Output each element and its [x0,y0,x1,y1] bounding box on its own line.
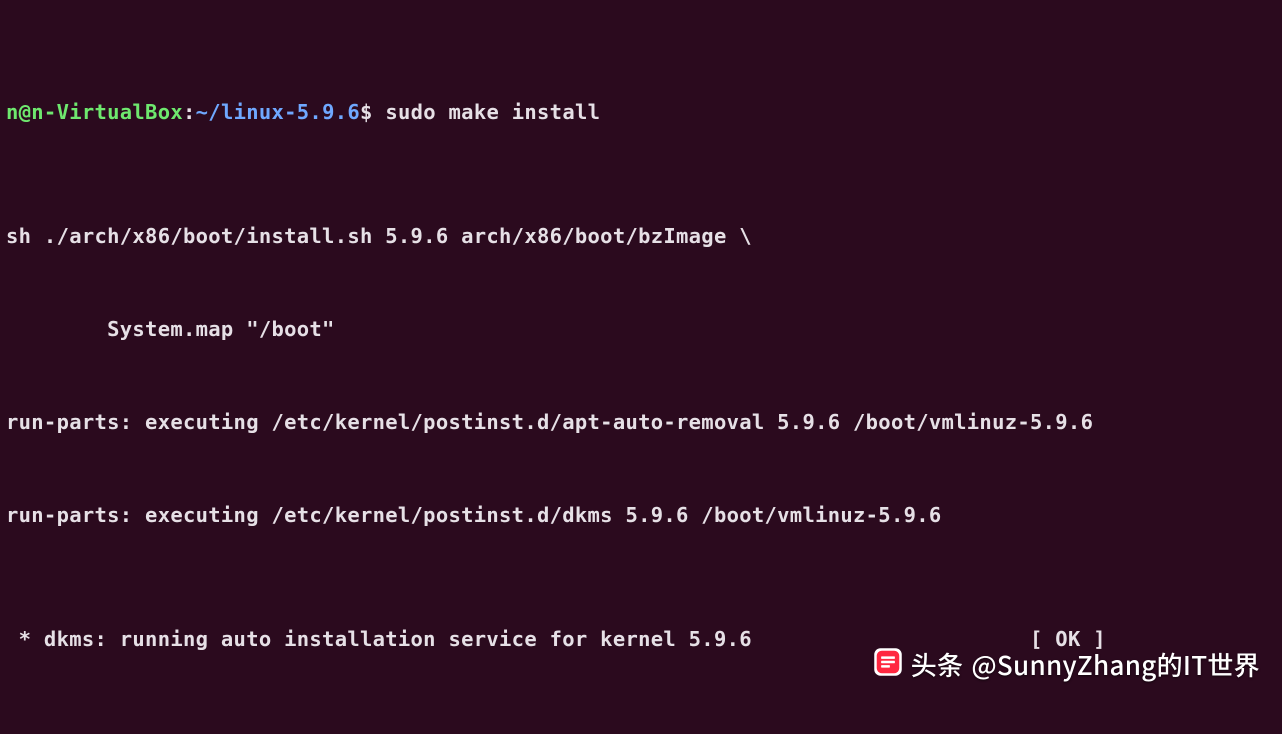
output-line: run-parts: executing /etc/kernel/postins… [6,407,1276,438]
output-line: sh ./arch/x86/boot/install.sh 5.9.6 arch… [6,221,1276,252]
terminal-viewport[interactable]: n@n-VirtualBox:~/linux-5.9.6$ sudo make … [0,0,1282,734]
watermark-badge: 头条 @SunnyZhang的IT世界 [873,647,1260,682]
prompt-line-1: n@n-VirtualBox:~/linux-5.9.6$ sudo make … [6,97,1276,128]
dkms-text: * dkms: running auto installation servic… [6,627,752,651]
watermark-prefix: 头条 [911,649,964,680]
prompt-user: n@n-VirtualBox [6,100,183,124]
typed-command: sudo make install [385,100,600,124]
prompt-path: ~/linux-5.9.6 [196,100,360,124]
watermark-handle: @SunnyZhang的IT世界 [971,649,1260,680]
output-line: System.map "/boot" [6,314,1276,345]
prompt-symbol: $ [360,100,373,124]
toutiao-icon [873,647,903,682]
output-line: run-parts: executing /etc/kernel/postins… [6,500,1276,531]
prompt-separator: : [183,100,196,124]
